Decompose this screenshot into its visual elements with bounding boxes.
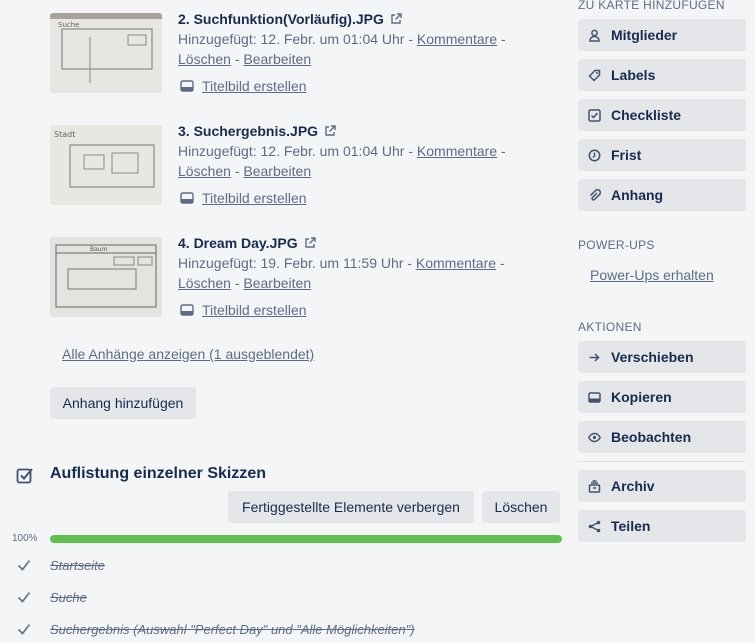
attachment-button-label: Anhang (611, 187, 664, 203)
checkmark-icon (17, 591, 31, 603)
external-link-icon[interactable] (390, 13, 402, 25)
make-cover-action[interactable]: Titelbild erstellen (180, 190, 307, 206)
paperclip-icon (589, 188, 601, 201)
attachment-title[interactable]: 4. Dream Day.JPG (178, 235, 316, 251)
card-cover-icon (180, 80, 194, 92)
share-button[interactable]: Teilen (578, 510, 746, 542)
due-date-button[interactable]: Frist (578, 139, 746, 171)
attachment-button[interactable]: Anhang (578, 179, 746, 211)
checkbox-icon (588, 108, 601, 122)
checklist-icon (16, 468, 33, 484)
attachment-title-text[interactable]: 3. Suchergebnis.JPG (178, 123, 318, 139)
make-cover-link[interactable]: Titelbild erstellen (202, 78, 307, 94)
edit-link[interactable]: Bearbeiten (243, 275, 311, 291)
attachment-meta: Hinzugefügt: 12. Febr. um 01:04 Uhr - Ko… (178, 31, 506, 67)
progress-bar (50, 535, 562, 543)
make-cover-action[interactable]: Titelbild erstellen (180, 78, 307, 94)
archive-button[interactable]: Archiv (578, 470, 746, 502)
make-cover-link[interactable]: Titelbild erstellen (202, 190, 307, 206)
attachment-thumbnail[interactable]: Suche (50, 13, 162, 93)
add-attachment-button[interactable]: Anhang hinzufügen (50, 387, 196, 419)
person-icon (589, 29, 600, 42)
hide-checked-items-button[interactable]: Fertiggestellte Elemente verbergen (228, 491, 474, 523)
delete-link[interactable]: Löschen (178, 275, 231, 291)
attachment-meta: Hinzugefügt: 19. Febr. um 11:59 Uhr - Ko… (178, 255, 505, 291)
delete-checklist-button[interactable]: Löschen (482, 491, 560, 523)
copy-button-label: Kopieren (611, 389, 672, 405)
watch-button[interactable]: Beobachten (578, 421, 746, 453)
due-date-button-label: Frist (611, 147, 642, 163)
delete-link[interactable]: Löschen (178, 163, 231, 179)
make-cover-link[interactable]: Titelbild erstellen (202, 302, 307, 318)
progress-percent: 100% (12, 533, 38, 544)
powerups-heading: POWER-UPS (578, 238, 655, 252)
make-cover-action[interactable]: Titelbild erstellen (180, 302, 307, 318)
attachment-added: Hinzugefügt: 12. Febr. um 01:04 Uhr (178, 31, 405, 47)
labels-button[interactable]: Labels (578, 59, 746, 91)
add-to-card-heading: ZU KARTE HINZUFÜGEN (578, 0, 725, 12)
attachment-thumbnail[interactable]: Stadt (50, 125, 162, 205)
external-link-icon[interactable] (304, 237, 316, 249)
svg-text:Suche: Suche (58, 21, 79, 29)
checklist-item-text[interactable]: Suchergebnis (Auswahl "Perfect Day" und … (50, 622, 415, 637)
checklist-button-label: Checkliste (611, 107, 682, 123)
checkbox-checked[interactable] (14, 587, 34, 607)
move-button[interactable]: Verschieben (578, 341, 746, 373)
attachment-title-text[interactable]: 4. Dream Day.JPG (178, 235, 298, 251)
show-all-attachments-link[interactable]: Alle Anhänge anzeigen (1 ausgeblendet) (62, 346, 314, 362)
members-button-label: Mitglieder (611, 27, 678, 43)
share-button-label: Teilen (611, 518, 651, 534)
move-button-label: Verschieben (611, 349, 694, 365)
copy-button[interactable]: Kopieren (578, 381, 746, 413)
svg-text:Stadt: Stadt (54, 130, 75, 139)
checklist-item[interactable]: Suche (14, 587, 87, 607)
archive-icon (588, 479, 601, 493)
checklist-item[interactable]: Startseite (14, 555, 105, 575)
members-button[interactable]: Mitglieder (578, 19, 746, 51)
external-link-icon[interactable] (324, 125, 336, 137)
edit-link[interactable]: Bearbeiten (243, 163, 311, 179)
comment-link[interactable]: Kommentare (417, 31, 497, 47)
checklist-item-text[interactable]: Suche (50, 590, 87, 605)
comment-link[interactable]: Kommentare (417, 143, 497, 159)
attachment-title-text[interactable]: 2. Suchfunktion(Vorläufig).JPG (178, 11, 384, 27)
attachment-added: Hinzugefügt: 19. Febr. um 11:59 Uhr (178, 255, 404, 271)
arrow-right-icon (589, 352, 600, 362)
archive-button-label: Archiv (611, 478, 655, 494)
attachment-title[interactable]: 2. Suchfunktion(Vorläufig).JPG (178, 11, 402, 27)
attachment-meta: Hinzugefügt: 12. Febr. um 01:04 Uhr - Ko… (178, 143, 506, 179)
get-powerups-link[interactable]: Power-Ups erhalten (590, 267, 714, 283)
svg-text:Baum: Baum (90, 246, 108, 253)
card-cover-icon (180, 192, 194, 204)
attachment-title[interactable]: 3. Suchergebnis.JPG (178, 123, 336, 139)
eye-icon (588, 432, 601, 442)
clock-icon (588, 149, 601, 161)
checkbox-checked[interactable] (14, 555, 34, 575)
checklist-item-text[interactable]: Startseite (50, 558, 105, 573)
delete-link[interactable]: Löschen (178, 51, 231, 67)
card-cover-icon (180, 304, 194, 316)
sidebar-divider (578, 461, 746, 462)
checkmark-icon (17, 623, 31, 635)
card-icon (588, 391, 601, 403)
checklist-button[interactable]: Checkliste (578, 99, 746, 131)
checklist-title[interactable]: Auflistung einzelner Skizzen (50, 465, 266, 483)
edit-link[interactable]: Bearbeiten (243, 51, 311, 67)
watch-button-label: Beobachten (611, 429, 692, 445)
checkbox-checked[interactable] (14, 619, 34, 639)
checklist-item[interactable]: Suchergebnis (Auswahl "Perfect Day" und … (14, 619, 415, 639)
attachment-thumbnail[interactable]: Baum (50, 237, 162, 317)
attachment-added: Hinzugefügt: 12. Febr. um 01:04 Uhr (178, 143, 405, 159)
tag-icon (588, 69, 601, 82)
checkmark-icon (17, 559, 31, 571)
progress-bar-fill (50, 535, 562, 543)
comment-link[interactable]: Kommentare (416, 255, 496, 271)
share-icon (588, 520, 601, 532)
actions-heading: AKTIONEN (578, 320, 642, 334)
labels-button-label: Labels (611, 67, 656, 83)
